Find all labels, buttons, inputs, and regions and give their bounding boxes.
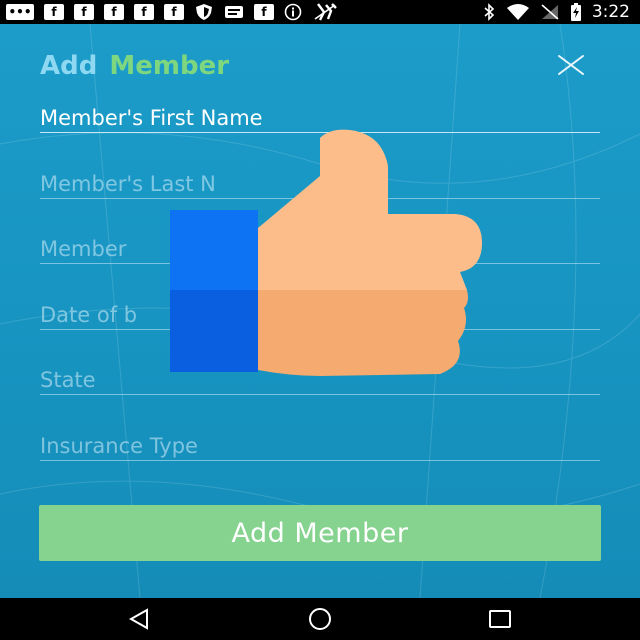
title-member: Member — [109, 51, 230, 81]
battery-charging-icon — [570, 3, 581, 21]
add-member-button-label: Add Member — [231, 517, 409, 549]
status-bar: ••• f f f f f f 3:22 — [0, 0, 640, 24]
facebook-icon: f — [74, 4, 94, 20]
date-of-birth-placeholder: Date of b — [40, 303, 138, 327]
member-id-placeholder: Member — [40, 237, 127, 261]
navigation-bar — [0, 598, 640, 640]
message-icon — [225, 6, 243, 18]
bluetooth-icon — [484, 3, 494, 21]
title-add: Add — [40, 51, 98, 81]
recents-button[interactable] — [480, 606, 520, 632]
insurance-type-placeholder: Insurance Type — [40, 434, 198, 458]
shield-icon — [196, 4, 212, 20]
close-button[interactable] — [552, 46, 590, 84]
thumbs-up-icon — [170, 129, 482, 376]
info-icon — [284, 3, 302, 21]
notification-icons: ••• f f f f f f — [6, 3, 338, 21]
home-button[interactable] — [300, 606, 340, 632]
more-icon: ••• — [6, 4, 34, 20]
home-icon — [309, 608, 331, 630]
close-icon — [558, 55, 584, 75]
state-placeholder: State — [40, 368, 96, 392]
system-icons: 3:22 — [482, 0, 630, 24]
recents-icon — [489, 610, 511, 628]
facebook-icon: f — [254, 4, 274, 20]
back-icon — [128, 608, 148, 630]
facebook-icon: f — [164, 4, 184, 20]
facebook-icon: f — [104, 4, 124, 20]
insurance-type-field[interactable]: Insurance Type — [40, 420, 600, 461]
no-location-icon — [314, 3, 337, 21]
add-member-button[interactable]: Add Member — [39, 505, 601, 561]
clock: 3:22 — [591, 2, 630, 22]
no-sim-icon — [541, 4, 559, 20]
back-button[interactable] — [120, 606, 160, 632]
dialog-title: Add Member — [40, 46, 229, 86]
facebook-icon: f — [134, 4, 154, 20]
wifi-icon — [506, 4, 529, 20]
facebook-icon: f — [44, 4, 64, 20]
